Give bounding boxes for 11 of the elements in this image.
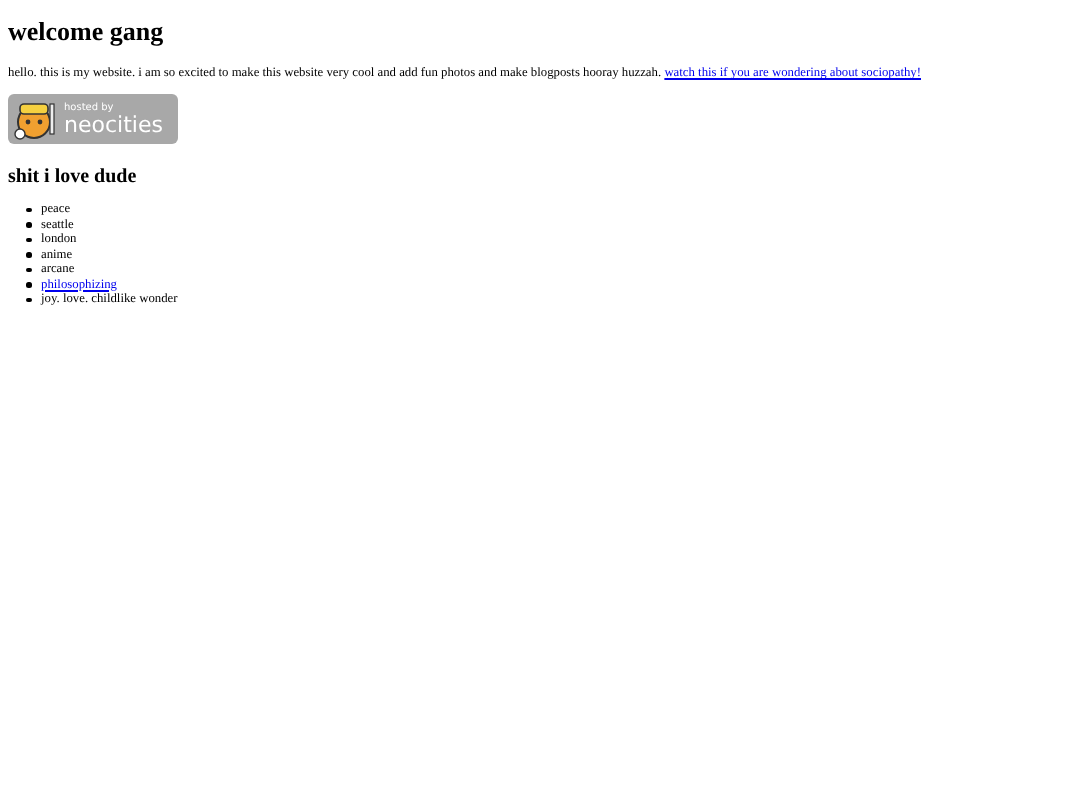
bullet-icon [26,237,31,242]
badge-brand: neocities [64,113,163,135]
bullet-icon [26,207,31,212]
cat-mascot-icon [12,97,60,141]
bullet-icon [26,282,31,287]
list-heading: shit i love dude [8,164,139,190]
bullet-icon [26,297,31,302]
bullet-icon [26,267,31,272]
bullet-icon [26,252,31,257]
page-title: welcome gang [8,16,166,48]
bullet-icon [26,222,31,227]
